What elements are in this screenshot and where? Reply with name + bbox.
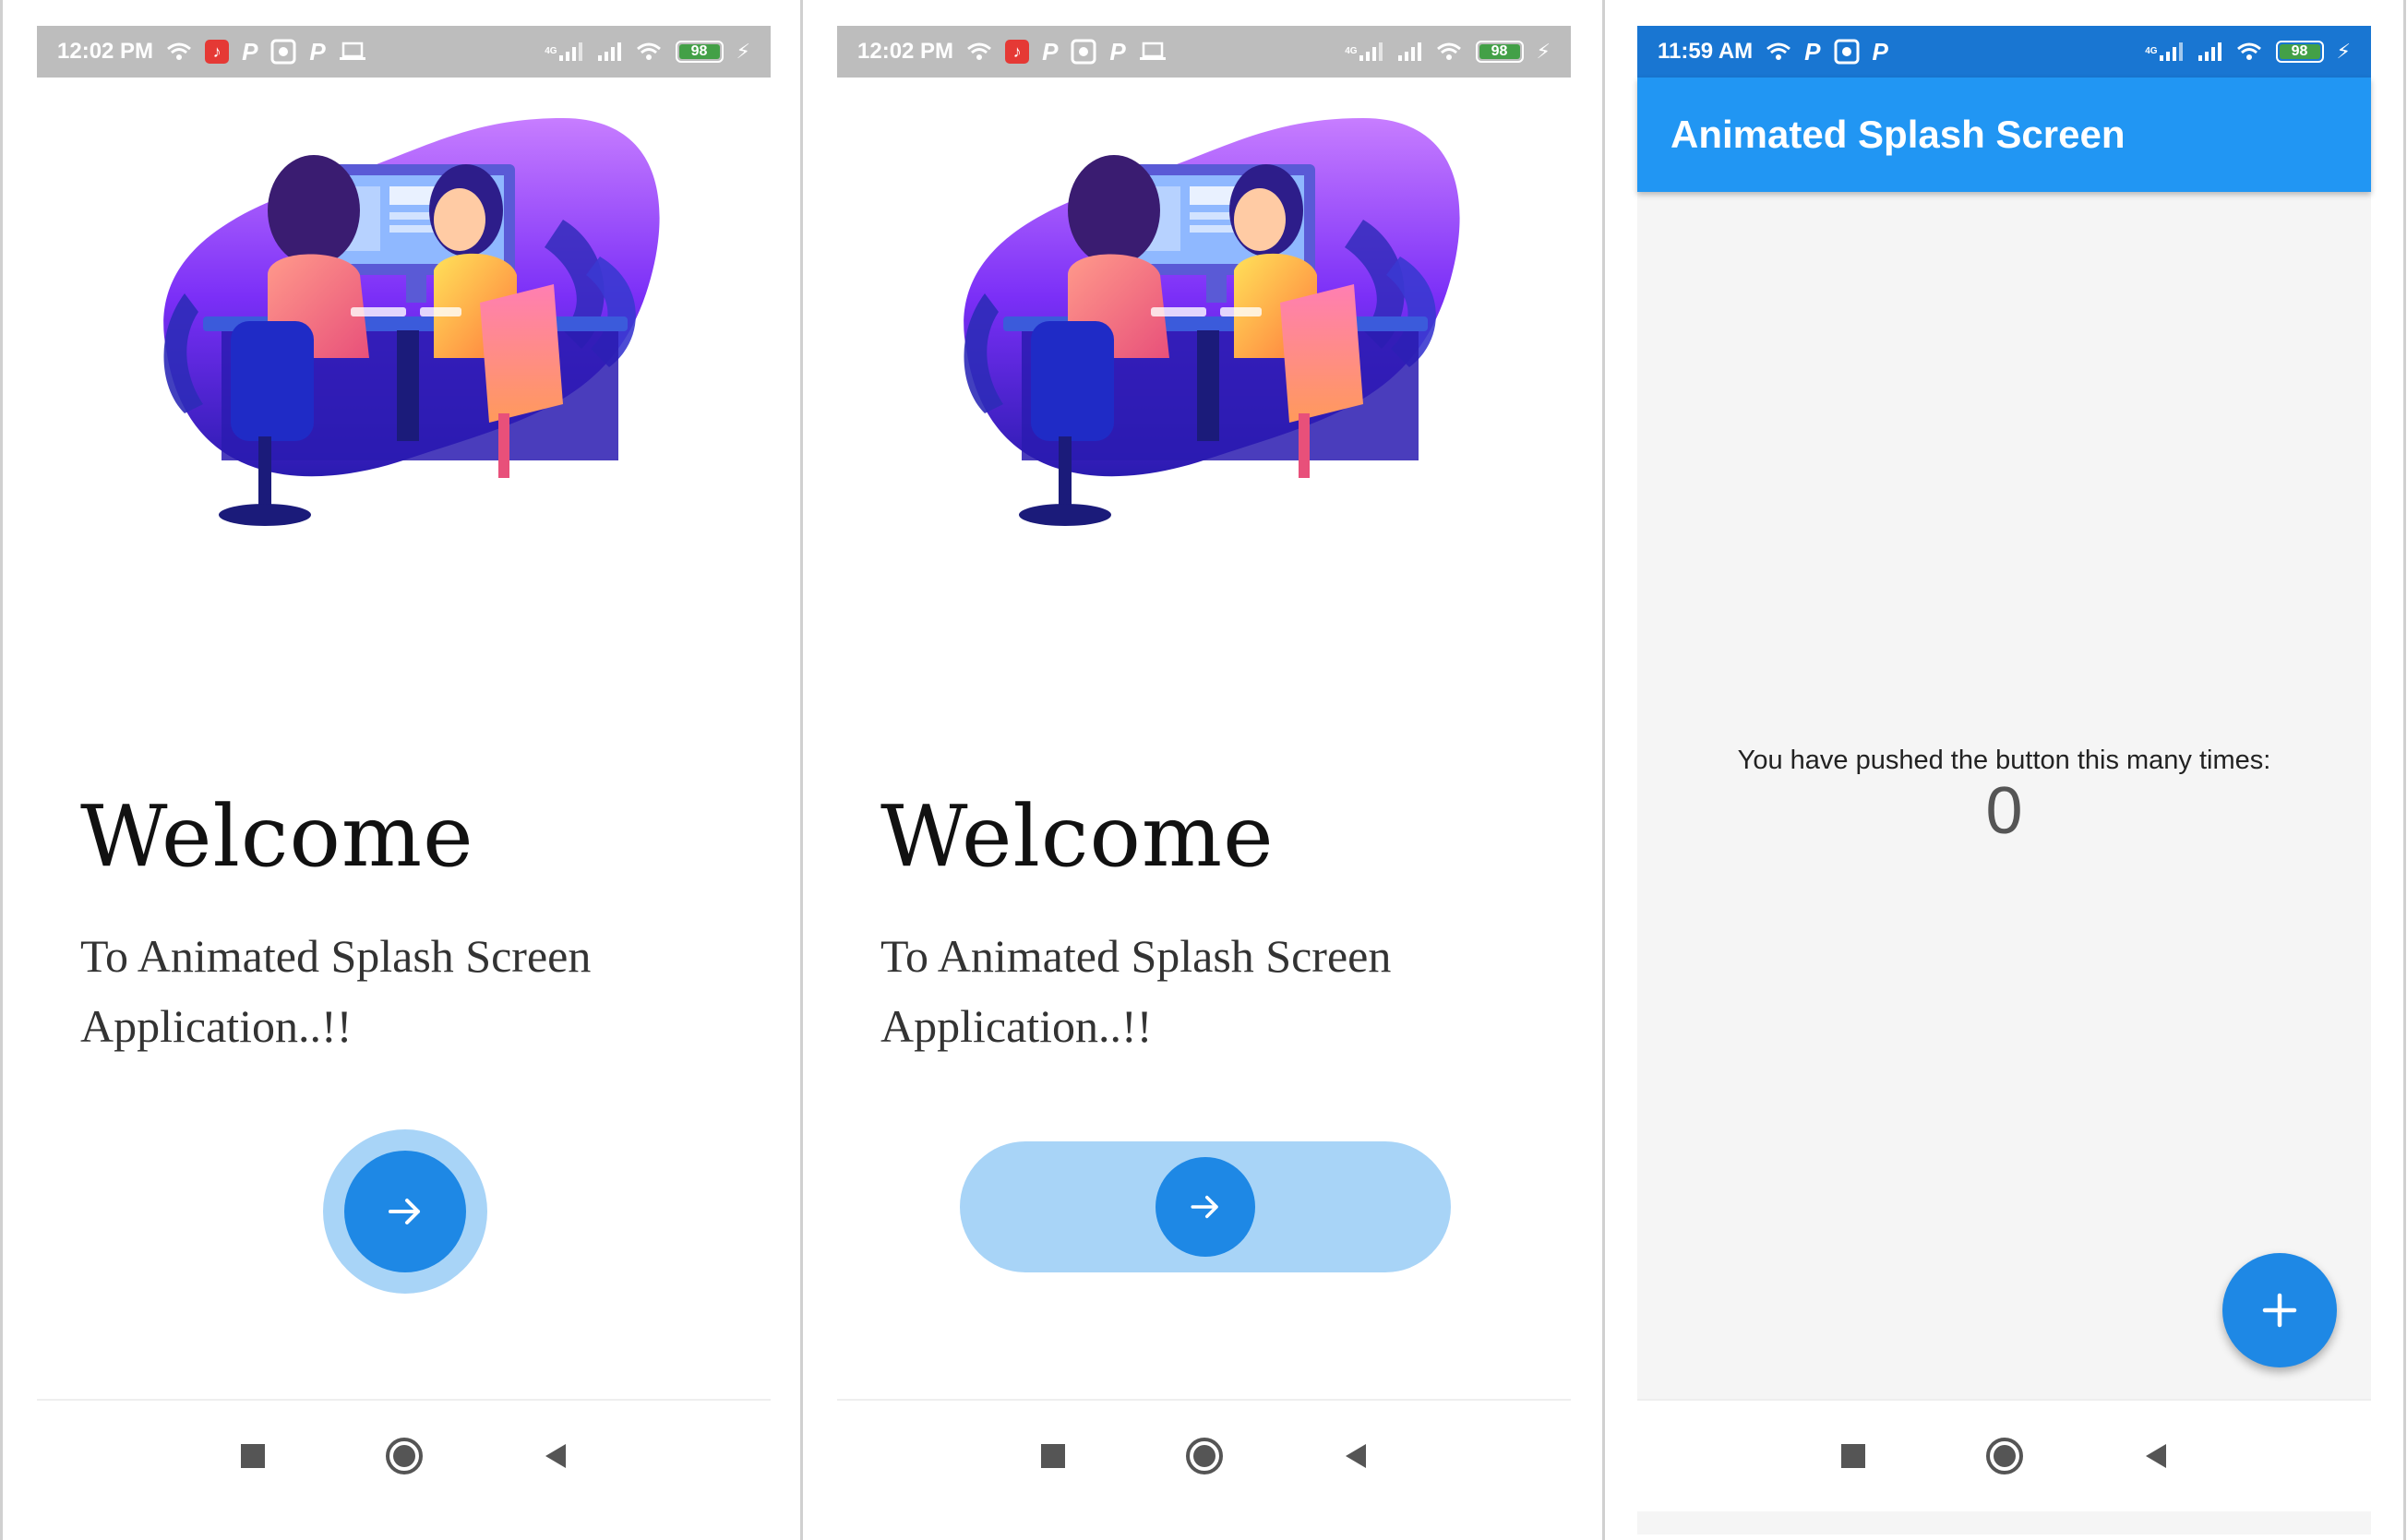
signal-icon: 4G bbox=[1345, 38, 1383, 66]
subtitle-line-2: Application..!! bbox=[880, 1000, 1153, 1052]
battery-icon: 98 bbox=[1475, 38, 1524, 66]
arrow-right-icon bbox=[389, 1199, 420, 1224]
battery-icon: 98 bbox=[675, 38, 724, 66]
illustration-image bbox=[163, 118, 660, 526]
go-button-expanded[interactable] bbox=[960, 1141, 1451, 1272]
wifi-icon bbox=[1766, 38, 1791, 66]
p-app-icon: P bbox=[1804, 37, 1821, 66]
back-icon[interactable] bbox=[1335, 1436, 1376, 1476]
app-bar-title: Animated Splash Screen bbox=[1671, 113, 2126, 156]
recent-apps-icon[interactable] bbox=[1033, 1436, 1073, 1476]
go-button[interactable] bbox=[323, 1129, 487, 1294]
status-bar: 11:59 AM P P 4G 98 ⚡ bbox=[1637, 26, 2371, 78]
status-time: 12:02 PM bbox=[57, 39, 154, 64]
subtitle-line-1: To Animated Splash Screen bbox=[880, 930, 1392, 982]
counter-value: 0 bbox=[1985, 774, 2023, 848]
welcome-title: Welcome bbox=[80, 787, 474, 886]
nav-bar bbox=[1637, 1401, 2371, 1511]
counter-label: You have pushed the button this many tim… bbox=[1737, 746, 2271, 775]
p-app-icon: P bbox=[242, 37, 258, 66]
signal-icon bbox=[596, 38, 622, 66]
screen-divider bbox=[2403, 0, 2406, 1540]
splash-screen-2: 12:02 PM ♪ P P 4G 98 ⚡ Welcome To Animat… bbox=[837, 26, 1571, 1534]
welcome-subtitle: To Animated Splash Screen Application..!… bbox=[80, 921, 726, 1061]
charging-icon: ⚡ bbox=[2336, 40, 2351, 63]
camera-icon bbox=[1834, 38, 1860, 66]
signal-icon bbox=[2197, 38, 2222, 66]
charging-icon: ⚡ bbox=[1536, 40, 1551, 63]
app-bar: Animated Splash Screen bbox=[1637, 78, 2371, 192]
go-button-inner[interactable] bbox=[344, 1151, 466, 1272]
recent-apps-icon[interactable] bbox=[1833, 1436, 1874, 1476]
camera-icon bbox=[1071, 38, 1096, 66]
subtitle-line-2: Application..!! bbox=[80, 1000, 353, 1052]
laptop-icon bbox=[339, 38, 366, 66]
status-time: 12:02 PM bbox=[857, 39, 954, 64]
welcome-title: Welcome bbox=[880, 787, 1275, 886]
illustration-image bbox=[964, 118, 1460, 526]
screen-divider bbox=[800, 0, 803, 1540]
arrow-right-icon bbox=[1191, 1195, 1218, 1219]
back-icon[interactable] bbox=[2136, 1436, 2176, 1476]
p-app-icon: P bbox=[1109, 37, 1126, 66]
nav-bar bbox=[37, 1401, 771, 1511]
p-app-icon: P bbox=[1872, 37, 1888, 66]
wifi-icon bbox=[166, 38, 192, 66]
splash-screen-1: 12:02 PM ♪ P P 4G 98 ⚡ Welcome To Animat… bbox=[37, 26, 771, 1534]
signal-icon: 4G bbox=[545, 38, 582, 66]
laptop-icon bbox=[1139, 38, 1167, 66]
recent-apps-icon[interactable] bbox=[233, 1436, 273, 1476]
wifi-icon bbox=[1435, 38, 1463, 66]
home-icon[interactable] bbox=[384, 1436, 425, 1476]
signal-icon bbox=[1396, 38, 1422, 66]
p-app-icon: P bbox=[1042, 37, 1059, 66]
battery-icon: 98 bbox=[2275, 38, 2324, 66]
home-icon[interactable] bbox=[1984, 1436, 2025, 1476]
plus-icon bbox=[2262, 1293, 2297, 1328]
nav-bar bbox=[837, 1401, 1571, 1511]
wifi-icon bbox=[966, 38, 992, 66]
go-button-inner[interactable] bbox=[1156, 1157, 1255, 1257]
wifi-icon bbox=[635, 38, 663, 66]
increment-fab-button[interactable] bbox=[2222, 1253, 2337, 1367]
subtitle-line-1: To Animated Splash Screen bbox=[80, 930, 592, 982]
home-screen: 11:59 AM P P 4G 98 ⚡ Animated Splash Scr… bbox=[1637, 26, 2371, 1534]
home-icon[interactable] bbox=[1184, 1436, 1225, 1476]
charging-icon: ⚡ bbox=[736, 40, 750, 63]
tiktok-icon: ♪ bbox=[1005, 38, 1030, 66]
camera-icon bbox=[270, 38, 296, 66]
wifi-icon bbox=[2235, 38, 2263, 66]
screen-divider bbox=[1602, 0, 1605, 1540]
status-time: 11:59 AM bbox=[1658, 39, 1754, 64]
status-bar: 12:02 PM ♪ P P 4G 98 ⚡ bbox=[837, 26, 1571, 78]
back-icon[interactable] bbox=[535, 1436, 576, 1476]
welcome-subtitle: To Animated Splash Screen Application..!… bbox=[880, 921, 1527, 1061]
tiktok-icon: ♪ bbox=[205, 38, 230, 66]
p-app-icon: P bbox=[309, 37, 326, 66]
status-bar: 12:02 PM ♪ P P 4G 98 ⚡ bbox=[37, 26, 771, 78]
signal-icon: 4G bbox=[2145, 38, 2183, 66]
screen-divider bbox=[0, 0, 3, 1540]
